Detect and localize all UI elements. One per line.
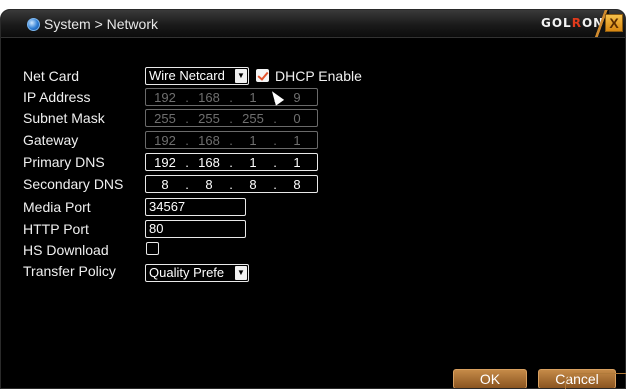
ip-octet[interactable]: 168 [190, 155, 228, 170]
ip-octet: 9 [293, 89, 301, 105]
ip-octet[interactable]: 8 [146, 177, 184, 192]
primary-dns-label: Primary DNS [23, 154, 105, 170]
secondary-dns-field[interactable]: 8. 8. 8. 8 [145, 175, 318, 193]
net-card-label: Net Card [23, 68, 80, 84]
ip-octet: 0 [293, 110, 301, 126]
ip-octet[interactable]: 1 [234, 155, 272, 170]
network-settings-window: System > Network GOLRONG X Net Card Wire… [0, 9, 626, 389]
secondary-dns-label: Secondary DNS [23, 176, 124, 192]
ip-octet: 168 [198, 132, 220, 148]
transfer-policy-select[interactable]: Quality Prefe ▼ [145, 264, 249, 282]
ip-octet[interactable]: 1 [278, 155, 316, 170]
ip-address-label: IP Address [23, 89, 91, 105]
gateway-label: Gateway [23, 132, 79, 148]
ok-button[interactable]: OK [453, 369, 527, 388]
media-port-label: Media Port [23, 199, 91, 215]
title-group: System > Network [27, 14, 158, 34]
ip-octet[interactable]: 192 [146, 155, 184, 170]
network-form: Net Card Wire Netcard ▼ DHCP Enable IP A… [1, 37, 625, 388]
ip-octet: 1 [293, 132, 301, 148]
dropdown-arrow-icon[interactable]: ▼ [235, 69, 247, 83]
primary-dns-field[interactable]: 192. 168. 1. 1 [145, 153, 318, 171]
globe-icon [27, 17, 40, 31]
dhcp-enable-label: DHCP Enable [275, 68, 362, 84]
ip-octet[interactable]: 8 [190, 177, 228, 192]
gateway-field: 192. 168. 1. 1 [145, 131, 318, 149]
corner-decoration [565, 373, 626, 389]
title-bar[interactable]: System > Network GOLRONG X [1, 10, 625, 37]
brand-text-b: R [571, 16, 582, 30]
ip-octet: 255 [198, 110, 220, 126]
subnet-mask-label: Subnet Mask [23, 110, 105, 126]
brand-text-a: GOL [541, 16, 572, 30]
ip-octet: 255 [154, 110, 176, 126]
ip-octet: 168 [198, 89, 220, 105]
dhcp-enable-checkbox[interactable] [256, 69, 269, 82]
ip-octet: 255 [242, 110, 264, 126]
ip-octet[interactable]: 8 [234, 177, 272, 192]
ip-octet[interactable]: 8 [278, 177, 316, 192]
dropdown-arrow-icon[interactable]: ▼ [235, 266, 247, 280]
http-port-input[interactable]: 80 [145, 220, 246, 238]
window-title: System > Network [44, 16, 158, 32]
net-card-value: Wire Netcard [149, 68, 225, 83]
transfer-policy-value: Quality Prefe [149, 265, 225, 280]
ip-octet: 192 [154, 89, 176, 105]
ip-address-field: 192. 168. 1. 9 [145, 88, 318, 106]
hs-download-checkbox[interactable] [146, 242, 159, 255]
media-port-input[interactable]: 34567 [145, 198, 246, 216]
http-port-label: HTTP Port [23, 221, 89, 237]
net-card-select[interactable]: Wire Netcard ▼ [145, 67, 249, 85]
subnet-mask-field: 255. 255. 255. 0 [145, 109, 318, 127]
ip-octet: 1 [249, 132, 257, 148]
ip-octet: 192 [154, 132, 176, 148]
ip-octet: 1 [249, 89, 257, 105]
hs-download-label: HS Download [23, 242, 109, 258]
close-button[interactable]: X [605, 14, 623, 32]
transfer-policy-label: Transfer Policy [23, 263, 116, 279]
